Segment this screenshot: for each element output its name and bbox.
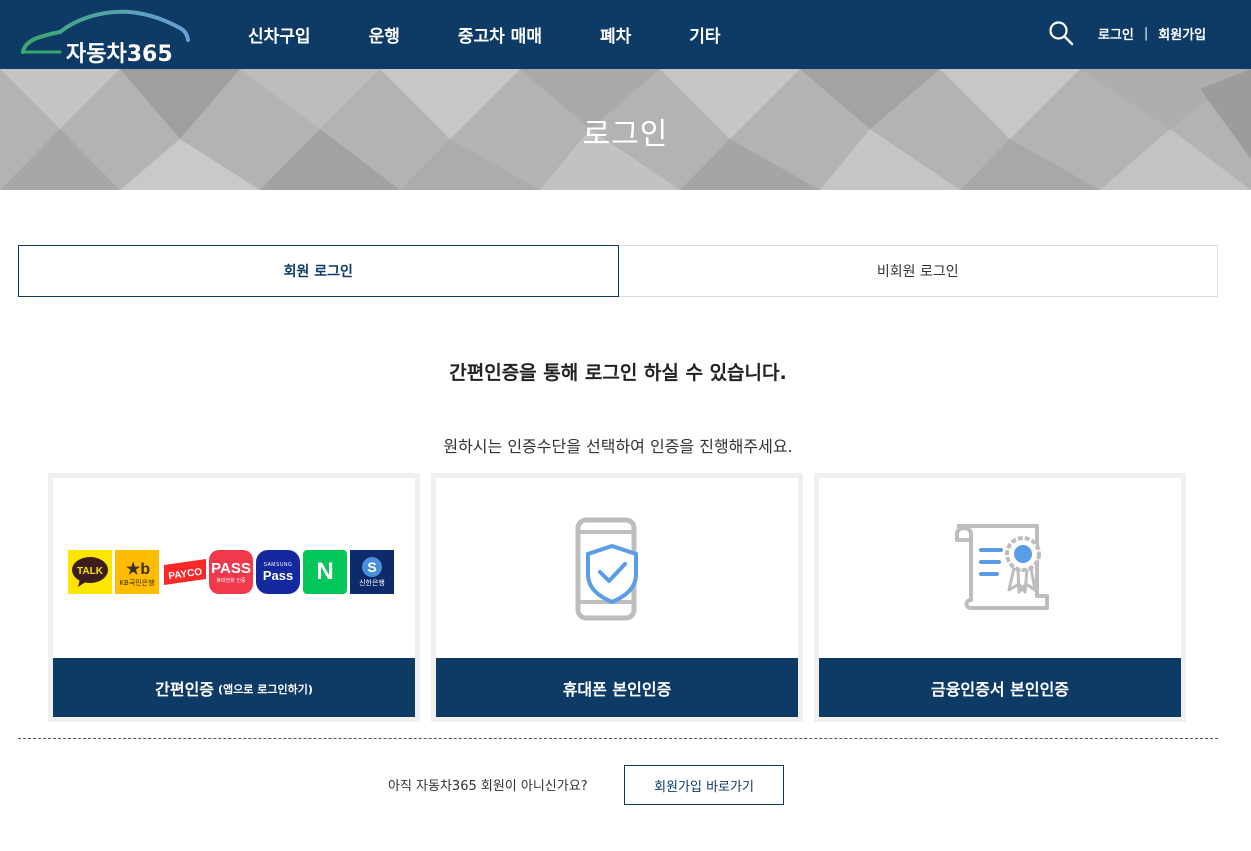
top-header: 자동차365 신차구입 운행 중고차 매매 폐차 기타 로그인 | 회원가입	[0, 0, 1251, 69]
pass-logo: PASS 휴대전화 인증	[209, 550, 253, 594]
nav-etc[interactable]: 기타	[689, 22, 720, 47]
pass-logo-subtext: 휴대전화 인증	[216, 578, 246, 584]
cert-auth-visual	[819, 478, 1181, 658]
tab-guest-login[interactable]: 비회원 로그인	[618, 245, 1218, 297]
signup-link[interactable]: 회원가입	[1158, 24, 1206, 43]
logo-text: 자동차365	[66, 42, 173, 67]
login-tabs: 회원 로그인 비회원 로그인	[18, 245, 1218, 297]
naver-logo: N	[303, 550, 347, 594]
provider-logos: TALK ★b KB국민은행 PAYCO PASS 휴대전화 인증 SAMSUN…	[68, 550, 397, 594]
page-title: 로그인	[582, 117, 669, 152]
nav-new-car[interactable]: 신차구입	[248, 22, 311, 47]
page-banner: 로그인	[0, 69, 1251, 190]
join-prompt: 아직 자동차365 회원이 아니신가요?	[388, 779, 588, 794]
kb-logo-text: KB국민은행	[119, 579, 155, 587]
kakao-logo-text: TALK	[77, 566, 104, 577]
simple-auth-button[interactable]: 간편인증 (앱으로 로그인하기)	[53, 658, 415, 717]
kb-logo: ★b KB국민은행	[115, 550, 159, 594]
payco-badge-icon: PAYCO	[164, 559, 206, 585]
shinhan-logo: S 신한은행	[350, 550, 394, 594]
certificate-scroll-icon	[955, 524, 1049, 610]
svg-text:S: S	[367, 559, 376, 575]
nav-used-car[interactable]: 중고차 매매	[458, 22, 542, 47]
phone-shield-icon	[575, 517, 638, 621]
login-headline: 간편인증을 통해 로그인 하실 수 있습니다.	[449, 362, 787, 384]
shinhan-logo-text: 신한은행	[359, 579, 385, 587]
main-nav: 신차구입 운행 중고차 매매 폐차 기타	[248, 0, 779, 69]
site-logo[interactable]: 자동차365	[20, 6, 190, 67]
phone-auth-button[interactable]: 휴대폰 본인인증	[436, 658, 798, 717]
simple-auth-card[interactable]: TALK ★b KB국민은행 PAYCO PASS 휴대전화 인증 SAMSUN…	[48, 473, 420, 722]
auth-separator: |	[1143, 26, 1149, 41]
samsung-pass-logo: SAMSUNG Pass	[256, 550, 300, 594]
login-link[interactable]: 로그인	[1098, 24, 1134, 43]
section-divider	[18, 738, 1218, 739]
nav-driving[interactable]: 운행	[369, 22, 400, 47]
pass-logo-text: PASS	[211, 560, 251, 577]
cert-auth-card[interactable]: 금융인증서 본인인증	[814, 473, 1186, 722]
phone-auth-label: 휴대폰 본인인증	[562, 679, 672, 699]
kakao-logo: TALK	[68, 550, 112, 594]
cert-auth-label: 금융인증서 본인인증	[930, 679, 1070, 699]
login-subline: 원하시는 인증수단을 선택하여 인증을 진행해주세요.	[443, 437, 793, 456]
auth-links: 로그인 | 회원가입	[1098, 24, 1206, 43]
simple-auth-label: 간편인증	[155, 679, 215, 699]
go-signup-button[interactable]: 회원가입 바로가기	[624, 765, 784, 805]
cert-auth-button[interactable]: 금융인증서 본인인증	[819, 658, 1181, 717]
kakao-bubble-icon: TALK	[72, 557, 108, 587]
tab-member-login[interactable]: 회원 로그인	[18, 245, 619, 297]
search-icon[interactable]	[1048, 20, 1074, 46]
nav-scrap[interactable]: 폐차	[600, 22, 631, 47]
kb-star-icon: ★b	[126, 561, 150, 578]
naver-logo-text: N	[316, 558, 334, 585]
svg-text:★b: ★b	[126, 561, 150, 578]
simple-auth-logos-area: TALK ★b KB국민은행 PAYCO PASS 휴대전화 인증 SAMSUN…	[53, 478, 415, 658]
phone-auth-visual	[436, 478, 798, 658]
payco-logo: PAYCO	[162, 550, 206, 594]
shinhan-symbol-icon: S	[362, 557, 382, 577]
simple-auth-sublabel: (앱으로 로그인하기)	[218, 683, 313, 696]
phone-auth-card[interactable]: 휴대폰 본인인증	[431, 473, 803, 722]
samsung-pass-text: Pass	[262, 567, 294, 583]
